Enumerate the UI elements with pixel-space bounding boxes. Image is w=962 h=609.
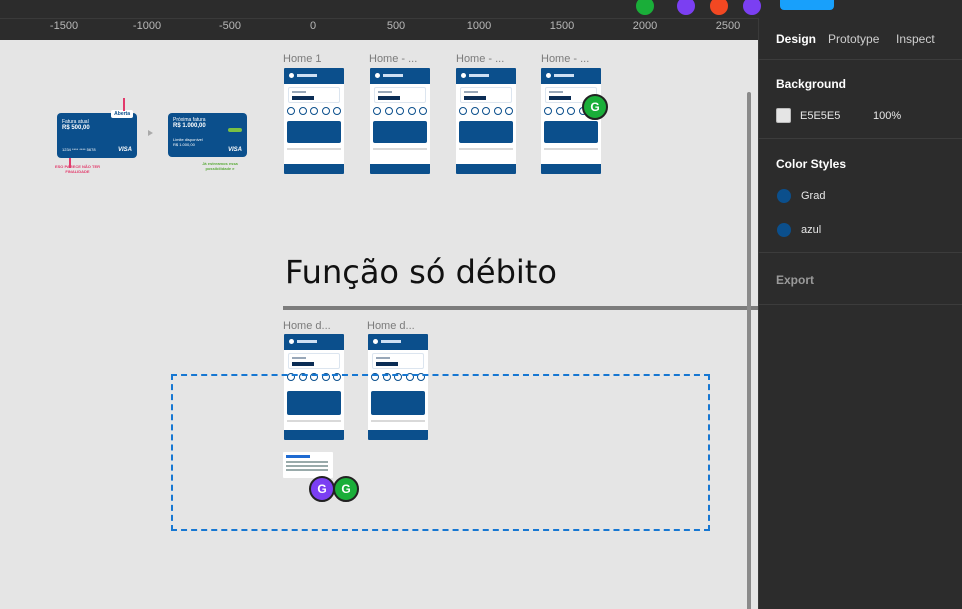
ruler-tick: 2000 <box>632 20 658 32</box>
top-toolbar <box>0 0 962 18</box>
collaborator-cursor-avatar: G <box>309 476 335 502</box>
collaborator-avatar[interactable] <box>708 0 730 17</box>
card-number: 1234 **** **** 5678 <box>62 147 96 152</box>
ruler-tick: -1500 <box>49 20 79 32</box>
background-opacity-value[interactable]: 100% <box>873 110 901 122</box>
frame-label[interactable]: Home d... <box>367 320 415 332</box>
selection-box[interactable] <box>171 374 710 531</box>
ruler-tick: 1000 <box>466 20 492 32</box>
ruler-tick: -1000 <box>132 20 162 32</box>
color-style-grad-swatch[interactable] <box>777 189 791 203</box>
ruler-tick: 500 <box>386 20 406 32</box>
frame-home-4[interactable] <box>541 68 601 174</box>
frame-label[interactable]: Home d... <box>283 320 331 332</box>
properties-panel: Design Prototype Inspect Background E5E5… <box>758 18 962 609</box>
section-divider <box>283 306 758 310</box>
collaborator-cursor-avatar: G <box>582 94 608 120</box>
section-title[interactable]: Função só débito <box>285 253 557 291</box>
panel-tabs: Design Prototype Inspect <box>759 18 962 60</box>
card-brand: VISA <box>117 147 132 153</box>
collaborator-avatar[interactable] <box>675 0 697 17</box>
color-style-grad-label[interactable]: Grad <box>801 190 825 202</box>
credit-card-next[interactable]: Próxima fatura R$ 1.000,00 Limite dispon… <box>168 113 247 157</box>
card-pill <box>228 128 242 132</box>
panel-separator <box>759 138 962 139</box>
color-style-azul-swatch[interactable] <box>777 223 791 237</box>
frame-label[interactable]: Home - ... <box>541 53 589 65</box>
frame-home-3[interactable] <box>456 68 516 174</box>
design-canvas[interactable]: Aberta Fatura atual R$ 500,00 1234 **** … <box>0 40 758 609</box>
share-button[interactable] <box>780 0 834 10</box>
collaborator-avatar[interactable] <box>634 0 656 17</box>
ruler-tick: -500 <box>218 20 242 32</box>
horizontal-ruler: -1500 -1000 -500 0 500 1000 1500 2000 25… <box>0 18 758 40</box>
frame-label[interactable]: Home 1 <box>283 53 322 65</box>
component-note[interactable] <box>283 452 333 478</box>
ruler-tick: 2500 <box>715 20 741 32</box>
credit-card-current[interactable]: Aberta Fatura atual R$ 500,00 1234 **** … <box>57 110 137 158</box>
color-style-azul-label[interactable]: azul <box>801 224 821 236</box>
background-hex-value[interactable]: E5E5E5 <box>800 110 840 122</box>
tab-inspect[interactable]: Inspect <box>896 32 935 46</box>
arrow-right-icon <box>148 130 153 136</box>
frame-home-2[interactable] <box>370 68 430 174</box>
ruler-tick: 1500 <box>549 20 575 32</box>
collaborator-cursor-avatar: G <box>333 476 359 502</box>
frame-home-1[interactable] <box>284 68 344 174</box>
vertical-scrollbar[interactable] <box>747 92 751 609</box>
panel-separator <box>759 252 962 253</box>
annotation-note-red: ESO PARECE NÃO TER FINALIDADE <box>54 164 101 174</box>
frame-label[interactable]: Home - ... <box>369 53 417 65</box>
tab-prototype[interactable]: Prototype <box>828 32 879 46</box>
frame-label[interactable]: Home - ... <box>456 53 504 65</box>
card-amount: R$ 500,00 <box>62 125 90 131</box>
card-badge: Aberta <box>111 110 133 118</box>
card-brand: VISA <box>227 147 242 153</box>
color-styles-title: Color Styles <box>776 157 847 171</box>
app: -1500 -1000 -500 0 500 1000 1500 2000 25… <box>0 0 962 609</box>
annotation-note-green: Já estreamos essa possibilidade e <box>202 161 238 171</box>
panel-separator <box>759 304 962 305</box>
background-color-swatch[interactable] <box>776 108 791 123</box>
background-section-title: Background <box>776 77 847 91</box>
export-section[interactable]: Export <box>776 273 814 287</box>
ruler-tick: 0 <box>309 20 317 32</box>
tab-design[interactable]: Design <box>776 32 816 46</box>
collaborator-avatar[interactable] <box>741 0 763 17</box>
annotation-pointer <box>123 98 125 111</box>
